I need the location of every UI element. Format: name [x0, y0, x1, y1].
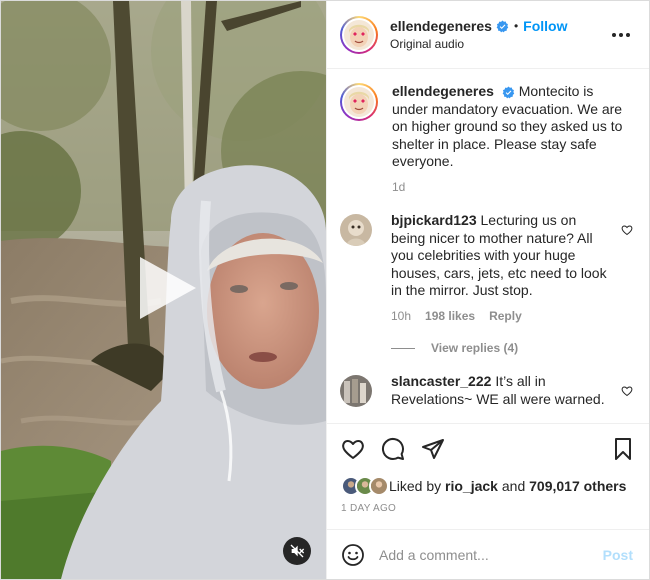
comment-username[interactable]: slancaster_222 [391, 373, 491, 389]
caption: ellendegeneres Montecito is under mandat… [340, 83, 633, 196]
comment-item: bjpickard123 Lecturing us on being nicer… [340, 212, 633, 325]
like-heart-icon[interactable] [341, 437, 365, 461]
like-comment-heart-icon[interactable] [621, 224, 633, 236]
emoji-face-avatar [344, 19, 374, 50]
header-username[interactable]: ellendegeneres [390, 18, 492, 34]
more-horizontal-icon [612, 32, 630, 37]
separator-dot: • [513, 19, 519, 33]
replies-divider [391, 347, 415, 349]
emoji-smiley-icon[interactable] [341, 543, 365, 567]
play-button[interactable] [132, 253, 202, 323]
comments-list[interactable]: ellendegeneres Montecito is under mandat… [327, 69, 649, 423]
comment-item: slancaster_222 It’s all in Revelations~ … [340, 373, 633, 408]
likes-summary: Liked by rio_jack and 709,017 others [327, 473, 649, 499]
comment-age[interactable]: 10h [391, 308, 411, 326]
action-bar [327, 423, 649, 473]
post-header: ellendegeneres • Follow Original audio [327, 1, 649, 69]
comment-likes[interactable]: 198 likes [425, 308, 475, 326]
post-timestamp[interactable]: 1 DAY AGO [327, 499, 649, 529]
caption-age[interactable]: 1d [392, 179, 405, 197]
comment-bubble-icon[interactable] [381, 437, 405, 461]
like-comment-heart-icon[interactable] [621, 385, 633, 397]
liked-by-prefix: Liked by [389, 478, 442, 494]
comment-input[interactable] [379, 546, 603, 563]
post-side-panel: ellendegeneres • Follow Original audio e… [326, 1, 649, 579]
liker-avatars[interactable] [341, 476, 389, 496]
add-comment-bar: Post [327, 529, 649, 579]
mute-toggle-button[interactable] [283, 537, 311, 565]
share-send-icon[interactable] [421, 437, 445, 461]
more-options-button[interactable] [609, 23, 633, 47]
emoji-face-avatar [344, 87, 374, 117]
instagram-post: ellendegeneres • Follow Original audio e… [0, 0, 650, 580]
comment-username[interactable]: bjpickard123 [391, 212, 477, 228]
caption-username[interactable]: ellendegeneres [392, 83, 494, 99]
liker-avatar [369, 476, 389, 496]
liked-by-others[interactable]: 709,017 others [529, 478, 626, 494]
play-icon [140, 257, 196, 319]
post-comment-button[interactable]: Post [603, 547, 633, 563]
follow-button[interactable]: Follow [523, 18, 567, 34]
verified-badge-icon [502, 86, 515, 99]
save-bookmark-icon[interactable] [611, 437, 635, 461]
view-replies-button[interactable]: View replies (4) [391, 341, 633, 355]
video-player[interactable] [1, 1, 326, 579]
speaker-muted-icon [290, 544, 305, 558]
avatar[interactable] [340, 15, 378, 54]
commenter-avatar[interactable] [340, 375, 372, 407]
liked-by-joiner: and [501, 478, 526, 494]
caption-avatar[interactable] [340, 83, 378, 121]
view-replies-label: View replies (4) [431, 341, 519, 355]
verified-badge-icon [496, 20, 509, 32]
liked-by-user[interactable]: rio_jack [445, 478, 498, 494]
reply-button[interactable]: Reply [489, 308, 522, 326]
audio-label[interactable]: Original audio [390, 37, 609, 51]
commenter-avatar[interactable] [340, 214, 372, 246]
